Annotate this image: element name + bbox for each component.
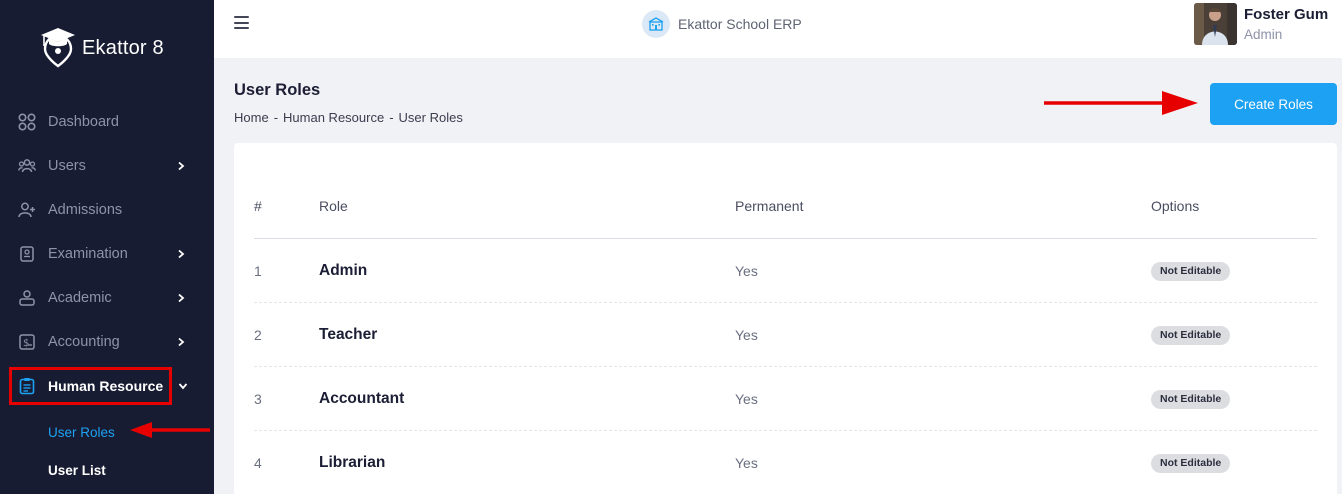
table-row: 4 Librarian Yes Not Editable <box>254 431 1317 494</box>
permanent-value: Yes <box>735 455 758 471</box>
status-badge: Not Editable <box>1151 454 1231 473</box>
brand[interactable]: Ekattor 8 <box>38 26 164 68</box>
sidebar-item-label: Dashboard <box>48 114 119 130</box>
role-name: Admin <box>319 262 368 279</box>
role-name: Librarian <box>319 454 386 471</box>
role-name: Teacher <box>319 326 378 343</box>
column-header-options: Options <box>1151 198 1200 214</box>
school-icon <box>642 10 670 38</box>
row-number: 3 <box>254 391 262 407</box>
sidebar-item-label: Users <box>48 158 86 174</box>
permanent-value: Yes <box>735 327 758 343</box>
chevron-down-icon <box>178 383 188 390</box>
row-number: 1 <box>254 263 262 279</box>
chevron-right-icon <box>178 337 185 347</box>
sidebar-item-label: Examination <box>48 246 128 262</box>
annotation-arrow-right <box>1044 91 1198 115</box>
permanent-value: Yes <box>735 263 758 279</box>
breadcrumb-item[interactable]: Home <box>234 110 269 125</box>
brand-name: Ekattor 8 <box>82 36 164 59</box>
sidebar-item-examination[interactable]: Examination <box>0 232 214 276</box>
chevron-right-icon <box>178 249 185 259</box>
breadcrumb-item[interactable]: Human Resource <box>283 110 384 125</box>
accounting-icon: $ <box>19 334 35 350</box>
sidebar-item-accounting[interactable]: $ Accounting <box>0 320 214 364</box>
page-title: User Roles <box>234 81 321 99</box>
sidebar-item-dashboard[interactable]: Dashboard <box>0 100 214 144</box>
row-number: 2 <box>254 327 262 343</box>
app-title: Ekattor School ERP <box>678 16 802 32</box>
table-row: 1 Admin Yes Not Editable <box>254 239 1317 303</box>
breadcrumb-separator: - <box>389 110 394 125</box>
row-number: 4 <box>254 455 262 471</box>
user-name[interactable]: Foster Gum <box>1244 6 1328 23</box>
sidebar-item-label: Accounting <box>48 334 120 350</box>
permanent-value: Yes <box>735 391 758 407</box>
sidebar-item-label: Academic <box>48 290 112 306</box>
chevron-right-icon <box>178 161 185 171</box>
exam-icon <box>20 246 34 262</box>
breadcrumb-item: User Roles <box>398 110 463 125</box>
avatar[interactable] <box>1194 3 1237 45</box>
sidebar-subitem-user-list[interactable]: User List <box>48 463 106 478</box>
status-badge: Not Editable <box>1151 390 1231 409</box>
role-name: Accountant <box>319 390 405 407</box>
annotation-highlight-box <box>9 367 172 405</box>
app-title-group: Ekattor School ERP <box>642 10 802 38</box>
sidebar-subitem-user-roles[interactable]: User Roles <box>48 425 115 440</box>
user-add-icon <box>18 202 35 218</box>
chevron-right-icon <box>178 293 185 303</box>
table-row: 3 Accountant Yes Not Editable <box>254 367 1317 431</box>
annotation-arrow-left <box>130 422 210 438</box>
sidebar-item-users[interactable]: Users <box>0 144 214 188</box>
users-icon <box>18 159 36 173</box>
sidebar-item-admissions[interactable]: Admissions <box>0 188 214 232</box>
status-badge: Not Editable <box>1151 262 1231 281</box>
column-header-permanent: Permanent <box>735 198 804 214</box>
sidebar: Ekattor 8 Dashboard Users Admissions Exa… <box>0 0 214 494</box>
column-header-number: # <box>254 198 262 214</box>
breadcrumb-separator: - <box>273 110 279 125</box>
topbar: Ekattor School ERP Foster Gum Admin <box>214 0 1342 58</box>
column-header-role: Role <box>319 198 348 214</box>
graduation-pin-logo-icon <box>41 28 75 68</box>
svg-text:$: $ <box>23 338 29 349</box>
table-row: 2 Teacher Yes Not Editable <box>254 303 1317 367</box>
status-badge: Not Editable <box>1151 326 1231 345</box>
roles-table-card: # Role Permanent Options 1 Admin Yes Not… <box>234 143 1337 494</box>
menu-toggle-icon[interactable] <box>234 16 250 30</box>
dashboard-icon <box>18 113 36 131</box>
sidebar-item-label: Admissions <box>48 202 123 218</box>
sidebar-item-academic[interactable]: Academic <box>0 276 214 320</box>
user-role: Admin <box>1244 27 1283 42</box>
create-roles-button[interactable]: Create Roles <box>1210 83 1337 125</box>
breadcrumb: Home - Human Resource - User Roles <box>234 110 463 125</box>
academic-icon <box>19 290 35 306</box>
